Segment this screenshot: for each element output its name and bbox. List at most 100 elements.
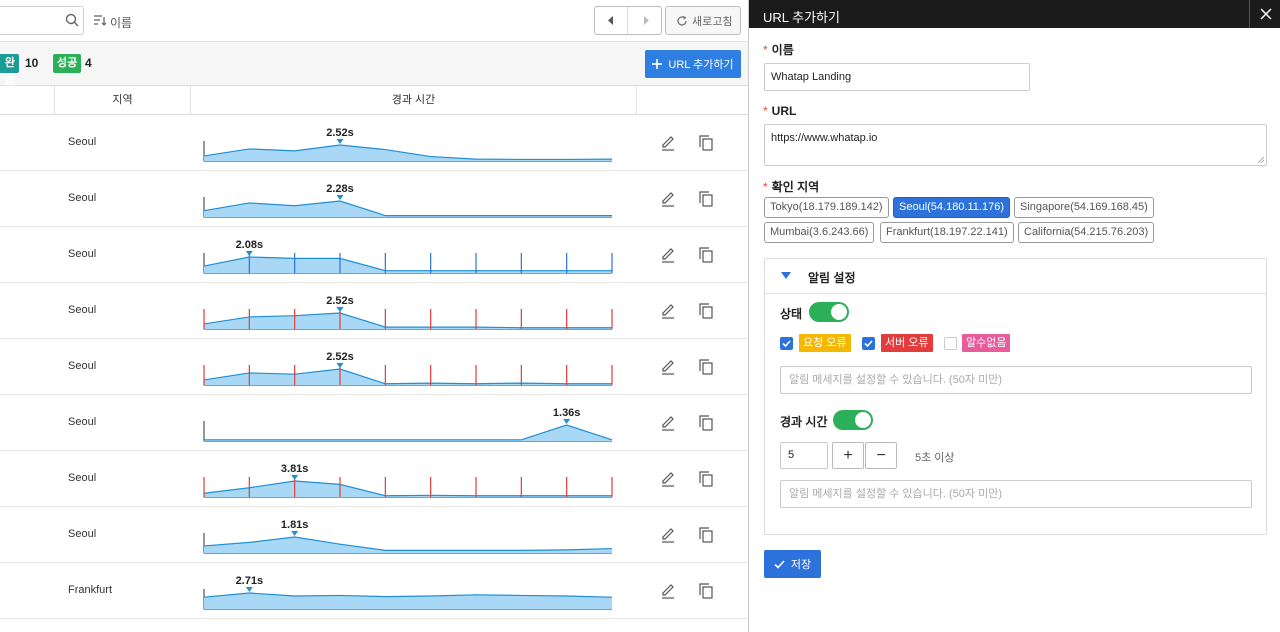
elapsed-sparkline[interactable]: 1.81s xyxy=(200,507,620,563)
sort-label[interactable]: 이름 xyxy=(110,14,132,31)
peak-label: 1.81s xyxy=(281,519,309,531)
copy-icon[interactable] xyxy=(698,247,714,263)
peak-label: 2.08s xyxy=(236,239,264,251)
search-icon[interactable] xyxy=(65,13,79,27)
copy-icon[interactable] xyxy=(698,303,714,319)
table-row[interactable]: Seoul 2.28s xyxy=(0,171,748,227)
add-url-drawer: URL 추가하기 * 이름 Whatap Landing * URL https:/… xyxy=(748,0,1280,632)
peak-marker xyxy=(336,363,344,368)
copy-icon[interactable] xyxy=(698,471,714,487)
decrement-button[interactable]: − xyxy=(865,442,897,469)
toggle-knob xyxy=(855,412,871,428)
elapsed-alarm-message-input[interactable]: 알림 메세지를 설정할 수 있습니다. (50자 미만) xyxy=(780,480,1252,508)
peak-label: 1.36s xyxy=(553,407,581,419)
elapsed-sparkline[interactable]: 2.52s xyxy=(200,283,620,339)
elapsed-sparkline[interactable]: 2.28s xyxy=(200,171,620,227)
elapsed-sparkline[interactable]: 3.81s xyxy=(200,451,620,507)
table-row[interactable]: Seoul 3.81s xyxy=(0,451,748,507)
name-field-label: * 이름 xyxy=(763,43,794,57)
save-label: 저장 xyxy=(790,559,812,571)
table-row[interactable]: Frankfurt 2.71s xyxy=(0,563,748,619)
elapsed-sparkline[interactable]: 2.08s xyxy=(200,227,620,283)
prev-page-button[interactable] xyxy=(595,7,628,34)
region-chip[interactable]: Seoul(54.180.11.176) xyxy=(893,197,1010,218)
elapsed-sparkline[interactable]: 2.52s xyxy=(200,115,620,171)
status-badge-success: 성공 xyxy=(53,54,82,73)
status-summary: 완료 10 성공 4 xyxy=(0,42,748,88)
increment-button[interactable]: + xyxy=(832,442,864,469)
refresh-label: 새로고침 xyxy=(692,15,733,28)
copy-icon[interactable] xyxy=(698,415,714,431)
col-header-region[interactable]: 지역 xyxy=(54,86,190,115)
edit-icon[interactable] xyxy=(660,471,676,487)
elapsed-sparkline[interactable]: 2.71s xyxy=(200,563,620,619)
url-field-label: * URL xyxy=(763,104,797,118)
region-chip[interactable]: Mumbai(3.6.243.66) xyxy=(764,222,875,243)
alarm-settings-header[interactable]: 알림 설정 xyxy=(765,259,1266,294)
peak-label: 2.52s xyxy=(326,295,354,307)
table-row[interactable]: Seoul 1.36s xyxy=(0,395,748,451)
refresh-button[interactable]: 새로고침 xyxy=(665,6,741,35)
row-region: Seoul xyxy=(68,472,97,484)
row-region: Seoul xyxy=(68,248,97,260)
edit-icon[interactable] xyxy=(660,359,676,375)
caret-right-icon xyxy=(643,16,649,25)
copy-icon[interactable] xyxy=(698,191,714,207)
peak-marker xyxy=(291,531,299,536)
check-icon xyxy=(782,340,791,348)
copy-icon[interactable] xyxy=(698,359,714,375)
unknown-checkbox[interactable] xyxy=(944,337,957,350)
status-toggle[interactable] xyxy=(809,302,849,322)
table-row[interactable]: Seoul 2.08s xyxy=(0,227,748,283)
close-icon xyxy=(1259,8,1272,20)
drawer-header: URL 추가하기 xyxy=(749,0,1280,28)
copy-icon[interactable] xyxy=(698,135,714,151)
copy-icon[interactable] xyxy=(698,527,714,543)
region-chip[interactable]: Frankfurt(18.197.22.141) xyxy=(880,222,1014,243)
status-alarm-message-input[interactable]: 알림 메세지를 설정할 수 있습니다. (50자 미만) xyxy=(780,366,1252,394)
status-badge-done: 완료 xyxy=(0,54,19,88)
table-row[interactable]: Seoul 2.52s xyxy=(0,283,748,339)
edit-icon[interactable] xyxy=(660,527,676,543)
request-error-checkbox[interactable] xyxy=(780,337,793,350)
alarm-settings-title: 알림 설정 xyxy=(808,271,856,285)
next-page-button[interactable] xyxy=(629,7,662,34)
peak-marker xyxy=(291,475,299,480)
regions-field-label: * 확인 지역 xyxy=(763,180,820,194)
check-icon xyxy=(864,340,873,348)
row-region: Frankfurt xyxy=(68,584,113,596)
edit-icon[interactable] xyxy=(660,191,676,207)
app-root: 이름 새로고침 완료 10 성공 4 URL 추가하기 지역 경과 시간 Seo… xyxy=(0,0,1280,632)
table-row[interactable]: Seoul 2.52s xyxy=(0,115,748,171)
edit-icon[interactable] xyxy=(660,135,676,151)
server-error-checkbox[interactable] xyxy=(862,337,875,350)
table-row[interactable]: Seoul 1.81s xyxy=(0,507,748,563)
edit-icon[interactable] xyxy=(660,583,676,599)
close-button[interactable] xyxy=(1249,0,1280,28)
toggle-knob xyxy=(831,304,847,320)
col-header-actions xyxy=(636,86,748,115)
add-url-button[interactable]: URL 추가하기 xyxy=(645,50,741,78)
elapsed-sparkline[interactable]: 1.36s xyxy=(200,395,620,451)
elapsed-seconds-input[interactable]: 5 xyxy=(780,442,828,469)
sort-icon[interactable] xyxy=(93,14,106,26)
copy-icon[interactable] xyxy=(698,583,714,599)
edit-icon[interactable] xyxy=(660,303,676,319)
peak-marker xyxy=(563,419,571,424)
name-input[interactable]: Whatap Landing xyxy=(764,63,1030,91)
server-error-tag: 서버 오류 xyxy=(881,334,933,352)
save-button[interactable]: 저장 xyxy=(764,550,821,578)
url-input[interactable]: https://www.whatap.io xyxy=(764,124,1267,166)
resize-grip-icon[interactable] xyxy=(1258,157,1264,163)
edit-icon[interactable] xyxy=(660,247,676,263)
row-region: Seoul xyxy=(68,136,97,148)
elapsed-hint: 5초 이상 xyxy=(915,452,955,464)
table-row[interactable]: Seoul 2.52s xyxy=(0,339,748,395)
elapsed-toggle[interactable] xyxy=(833,410,873,430)
edit-icon[interactable] xyxy=(660,415,676,431)
elapsed-sparkline[interactable]: 2.52s xyxy=(200,339,620,395)
region-chip[interactable]: California(54.215.76.203) xyxy=(1018,222,1155,243)
region-chip[interactable]: Singapore(54.169.168.45) xyxy=(1014,197,1154,218)
col-header-elapsed[interactable]: 경과 시간 xyxy=(190,86,636,115)
region-chip[interactable]: Tokyo(18.179.189.142) xyxy=(764,197,889,218)
